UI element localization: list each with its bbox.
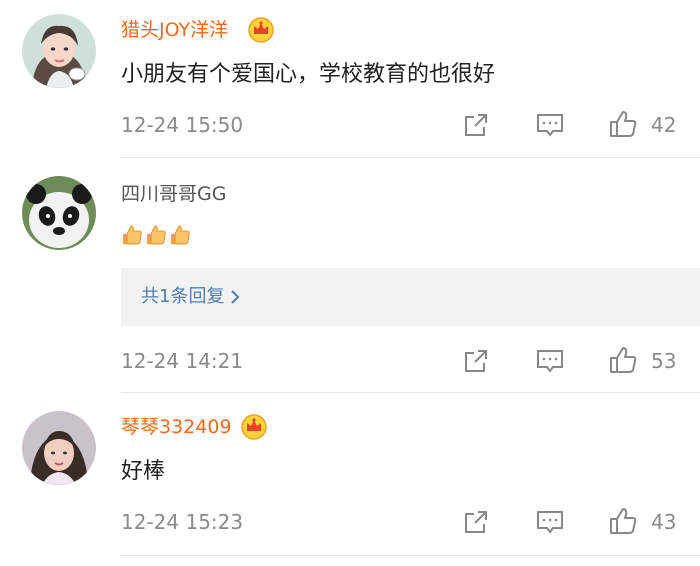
- comment-icon[interactable]: [535, 111, 565, 143]
- comment-time: 12-24 15:23: [121, 510, 244, 534]
- user-avatar[interactable]: [22, 411, 96, 485]
- chevron-right-icon: [231, 290, 240, 304]
- view-replies-link[interactable]: 共1条回复: [141, 285, 240, 309]
- reply-count-label: 共1条回复: [141, 286, 225, 307]
- emoji-row: [121, 224, 191, 250]
- like-count: 43: [651, 510, 677, 534]
- vip-crown-icon: [240, 412, 268, 440]
- share-icon[interactable]: [462, 347, 490, 379]
- divider: [121, 157, 700, 158]
- like-count: 53: [651, 349, 677, 373]
- share-icon[interactable]: [462, 111, 490, 143]
- like-icon[interactable]: [608, 345, 638, 379]
- thumbs-up-emoji-icon: [145, 224, 167, 250]
- comment-item: 四川哥哥GG 共1条回复 12-24 14:21 53: [0, 160, 700, 393]
- comment-text: 小朋友有个爱国心，学校教育的也很好: [121, 62, 496, 87]
- user-avatar[interactable]: [22, 176, 96, 250]
- reply-box[interactable]: 共1条回复: [121, 268, 700, 326]
- share-icon[interactable]: [462, 508, 490, 540]
- comment-icon[interactable]: [535, 347, 565, 379]
- comment-icon[interactable]: [535, 508, 565, 540]
- username[interactable]: 琴琴332409: [121, 415, 232, 439]
- username[interactable]: 四川哥哥GG: [121, 182, 226, 206]
- comment-time: 12-24 14:21: [121, 349, 244, 373]
- thumbs-up-emoji-icon: [169, 224, 191, 250]
- divider: [121, 555, 700, 556]
- comment-text: 好棒: [121, 459, 166, 484]
- comment-item: 琴琴332409 好棒 12-24 15:23 43: [0, 393, 700, 566]
- comment-time: 12-24 15:50: [121, 113, 244, 137]
- thumbs-up-emoji-icon: [121, 224, 143, 250]
- like-icon[interactable]: [608, 109, 638, 143]
- comment-item: 猎头JOY洋洋 小朋友有个爱国心，学校教育的也很好 12-24 15:50 42: [0, 0, 700, 160]
- like-icon[interactable]: [608, 506, 638, 540]
- vip-crown-icon: [247, 15, 275, 43]
- like-count: 42: [651, 113, 677, 137]
- user-avatar[interactable]: [22, 14, 96, 88]
- username[interactable]: 猎头JOY洋洋: [121, 18, 228, 42]
